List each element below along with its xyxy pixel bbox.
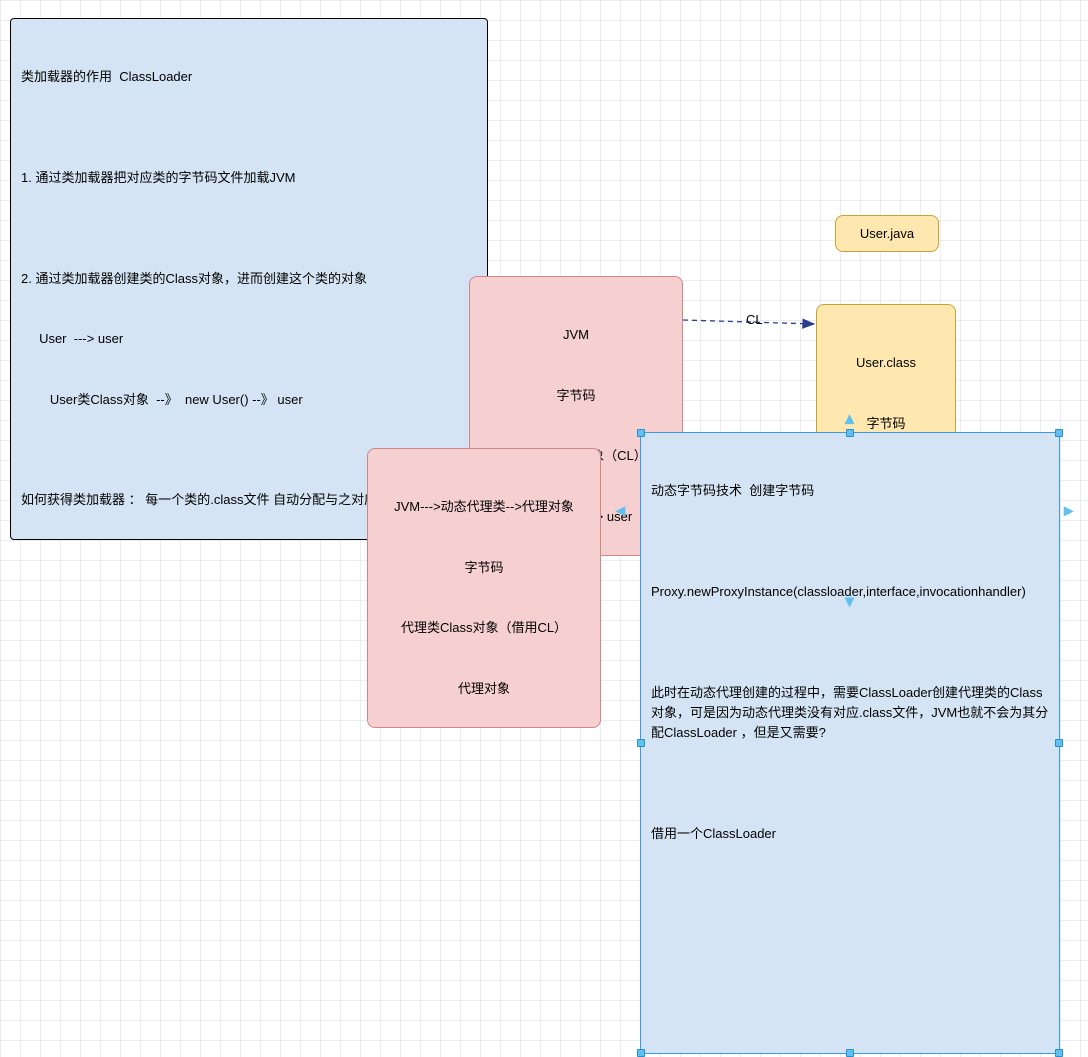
user-java-box[interactable]: User.java	[835, 215, 939, 252]
connector-handle-right-icon[interactable]: ▸	[1064, 500, 1073, 521]
note-title: 类加载器的作用 ClassLoader	[21, 67, 477, 87]
resize-handle[interactable]	[637, 739, 645, 747]
resize-handle[interactable]	[1055, 429, 1063, 437]
arrow-label-cl: CL	[746, 312, 763, 327]
dynamic-proxy-box[interactable]: JVM--->动态代理类-->代理对象 字节码 代理类Class对象（借用CL）…	[367, 448, 601, 728]
resize-handle[interactable]	[1055, 1049, 1063, 1057]
note-dynamic-bytecode[interactable]: 动态字节码技术 创建字节码 Proxy.newProxyInstance(cla…	[640, 432, 1060, 1054]
resize-handle[interactable]	[637, 1049, 645, 1057]
resize-handle[interactable]	[1055, 739, 1063, 747]
resize-handle[interactable]	[846, 1049, 854, 1057]
